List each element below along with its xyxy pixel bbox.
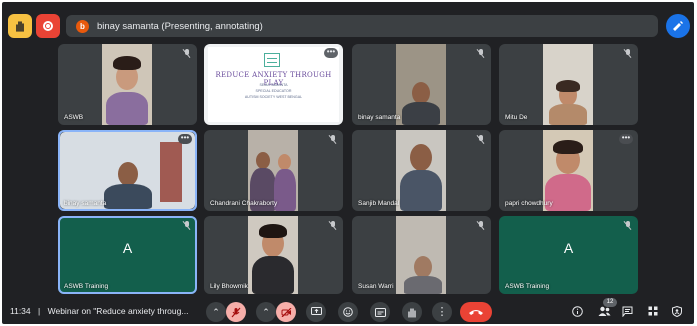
reactions-button[interactable] xyxy=(338,302,358,322)
meeting-title[interactable]: Webinar on "Reduce anxiety throug... xyxy=(48,306,189,316)
participant-video xyxy=(396,44,446,125)
mic-off-icon xyxy=(477,49,485,58)
participant-video xyxy=(248,130,298,211)
participant-initial: A xyxy=(122,240,133,256)
slide-logo-icon xyxy=(264,53,280,67)
meeting-separator: | xyxy=(38,306,41,316)
meet-window: b binay samanta (Presenting, annotating)… xyxy=(2,2,694,324)
participant-video xyxy=(396,130,446,211)
mic-off-icon xyxy=(329,135,337,144)
participant-video xyxy=(102,44,152,125)
annotate-pen-icon[interactable] xyxy=(666,14,690,38)
participant-name: binay samanta xyxy=(358,114,401,121)
participant-name: ASWB Training xyxy=(64,283,109,290)
recording-icon[interactable] xyxy=(36,14,60,38)
chevron-up-icon: ⌃ xyxy=(262,306,270,317)
participant-name: ASWB Training xyxy=(505,283,550,290)
participant-video xyxy=(396,216,446,294)
mic-off-icon xyxy=(329,221,337,230)
slide-presenter: SEMA SAMANTA xyxy=(259,83,288,87)
presenter-avatar: b xyxy=(76,19,89,33)
hang-up-icon xyxy=(469,310,483,315)
presentation-slide: REDUCE ANXIETY THROUGH PLAY SEMA SAMANTA… xyxy=(208,47,339,122)
more-options-button[interactable]: ⋮ xyxy=(432,302,452,322)
participant-tile-lily[interactable]: Lily Bhowmik xyxy=(204,216,343,294)
present-screen-button[interactable] xyxy=(306,302,326,322)
people-icon[interactable] xyxy=(598,306,611,320)
participant-tile-chandrani[interactable]: Chandrani Chakraborty xyxy=(204,130,343,211)
activities-icon[interactable] xyxy=(648,306,658,319)
slide-role: SPECIAL EDUCATOR xyxy=(255,89,292,93)
video-options-button[interactable]: ⌃ xyxy=(256,302,276,322)
mic-off-icon xyxy=(183,221,191,230)
participant-video xyxy=(248,216,298,294)
captions-button[interactable] xyxy=(370,302,390,322)
mic-off-icon xyxy=(231,307,241,317)
participant-video xyxy=(543,130,593,211)
raise-hand-button[interactable] xyxy=(402,302,422,322)
presenter-bar: b binay samanta (Presenting, annotating) xyxy=(66,15,658,37)
more-options-icon[interactable]: ••• xyxy=(178,134,192,144)
participant-count-badge: 12 xyxy=(603,298,617,307)
leave-call-button[interactable] xyxy=(460,302,492,322)
participant-tile-sanjib[interactable]: Sanjib Mandal xyxy=(352,130,491,211)
presenter-status: binay samanta (Presenting, annotating) xyxy=(97,20,263,32)
meeting-info: 11:34 | Webinar on "Reduce anxiety throu… xyxy=(10,306,188,316)
more-options-icon[interactable]: ••• xyxy=(324,48,338,58)
emoji-icon xyxy=(343,307,353,317)
participant-name: ASWB xyxy=(64,114,84,121)
mic-off-icon xyxy=(624,49,632,58)
participant-tile-aswb-training-1[interactable]: A ASWB Training xyxy=(58,216,197,294)
participant-name: papri chowdhury xyxy=(505,200,553,207)
slide-organization: AUTISM SOCIETY WEST BENGAL xyxy=(244,95,303,99)
participant-tile-susan[interactable]: Susan Warri xyxy=(352,216,491,294)
presentation-tile[interactable]: REDUCE ANXIETY THROUGH PLAY SEMA SAMANTA… xyxy=(204,44,343,125)
meeting-details-icon[interactable] xyxy=(572,306,583,320)
chevron-up-icon: ⌃ xyxy=(212,306,220,317)
mic-off-icon xyxy=(477,221,485,230)
more-vert-icon: ⋮ xyxy=(436,305,448,318)
participant-video xyxy=(543,44,593,125)
camera-toggle-button[interactable] xyxy=(276,302,296,322)
participant-tile-aswb[interactable]: ASWB xyxy=(58,44,197,125)
mic-toggle-button[interactable] xyxy=(226,302,246,322)
hand-icon xyxy=(408,307,416,318)
participant-name: Lily Bhowmik xyxy=(210,283,248,290)
raise-hand-icon[interactable] xyxy=(8,14,32,38)
captions-icon xyxy=(374,307,386,317)
participant-name: Chandrani Chakraborty xyxy=(210,200,278,207)
participant-tile-aswb-training-2[interactable]: A ASWB Training xyxy=(499,216,638,294)
chat-icon[interactable] xyxy=(622,306,633,320)
audio-options-button[interactable]: ⌃ xyxy=(206,302,226,322)
host-controls-icon[interactable] xyxy=(672,305,682,320)
participant-name: Mitu De xyxy=(505,114,528,121)
mic-off-icon xyxy=(624,221,632,230)
bottom-bar: 11:34 | Webinar on "Reduce anxiety throu… xyxy=(2,298,694,324)
mic-off-icon xyxy=(477,135,485,144)
participant-video xyxy=(60,132,195,209)
participant-tile-papri[interactable]: ••• papri chowdhury xyxy=(499,130,638,211)
present-screen-icon xyxy=(310,307,322,315)
camera-off-icon xyxy=(281,307,291,317)
participant-name: Susan Warri xyxy=(358,283,394,290)
mic-off-icon xyxy=(183,49,191,58)
participant-tile-mitu[interactable]: Mitu De xyxy=(499,44,638,125)
participant-initial: A xyxy=(563,240,574,256)
participant-tile-binay-2[interactable]: ••• binay samanta xyxy=(58,130,197,211)
more-options-icon[interactable]: ••• xyxy=(619,134,633,144)
participant-name: binay samanta xyxy=(64,200,107,207)
meeting-time: 11:34 xyxy=(10,306,31,316)
participant-tile-binay-1[interactable]: binay samanta xyxy=(352,44,491,125)
participant-name: Sanjib Mandal xyxy=(358,200,400,207)
